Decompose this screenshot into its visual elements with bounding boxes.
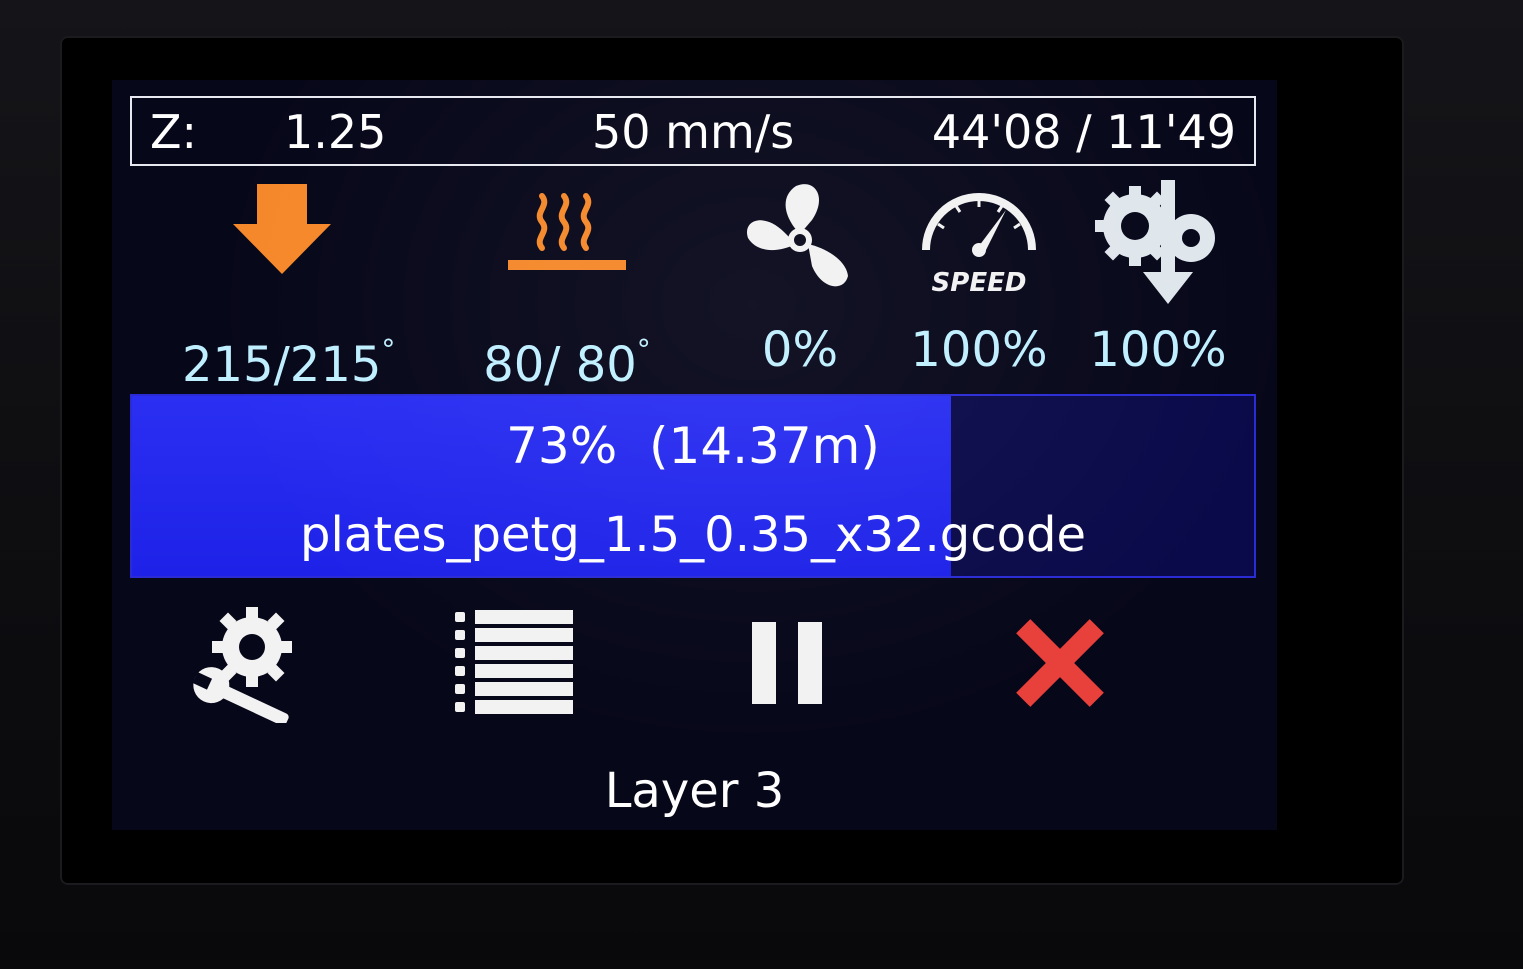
print-filename: plates_petg_1.5_0.35_x32.gcode	[299, 507, 1087, 563]
speed-icon-label: SPEED	[931, 268, 1027, 298]
print-progress-panel[interactable]: 73% (14.37m) plates_petg_1.5_0.35_x32.gc…	[130, 394, 1256, 578]
pause-button[interactable]	[718, 600, 858, 730]
flow-rate-stat[interactable]: 100%	[1058, 180, 1258, 390]
nozzle-arrow-icon	[227, 180, 337, 284]
status-bar: Z: 1.25 50 mm/s 44'08 / 11'49	[130, 96, 1256, 166]
nozzle-temp-value: 215/215	[182, 337, 382, 393]
progress-text: 73% (14.37m)	[506, 417, 880, 475]
degree-symbol: °	[636, 333, 651, 366]
list-menu-icon	[447, 608, 577, 722]
speed-factor-value: 100%	[910, 322, 1048, 378]
fan-icon	[738, 180, 862, 300]
print-time: 44'08 / 11'49	[931, 105, 1236, 159]
menu-button[interactable]	[442, 600, 582, 730]
lcd-screen: Z: 1.25 50 mm/s 44'08 / 11'49 215/215° 8…	[112, 80, 1277, 830]
degree-symbol: °	[381, 333, 396, 366]
fan-speed-stat[interactable]: 0%	[700, 180, 900, 390]
print-speed: 50 mm/s	[592, 105, 795, 159]
layer-indicator: Layer 3	[604, 763, 785, 819]
nozzle-temp-stat[interactable]: 215/215°	[182, 180, 395, 393]
extruder-flow-icon	[1093, 180, 1223, 314]
pause-icon	[748, 618, 828, 712]
stop-button[interactable]	[990, 600, 1130, 730]
speed-factor-stat[interactable]: SPEED 100%	[879, 180, 1079, 390]
flow-rate-value: 100%	[1089, 322, 1227, 378]
settings-button[interactable]	[174, 600, 314, 730]
bed-temp-stat[interactable]: 80/ 80°	[467, 180, 667, 393]
bed-temp-value: 80/ 80	[483, 337, 637, 393]
settings-wrench-icon	[184, 603, 304, 727]
z-height-value: 1.25	[284, 105, 387, 159]
fan-speed-value: 0%	[761, 322, 839, 378]
stop-x-icon	[1012, 615, 1108, 715]
heated-bed-icon	[502, 180, 632, 284]
z-label: Z:	[150, 105, 198, 159]
